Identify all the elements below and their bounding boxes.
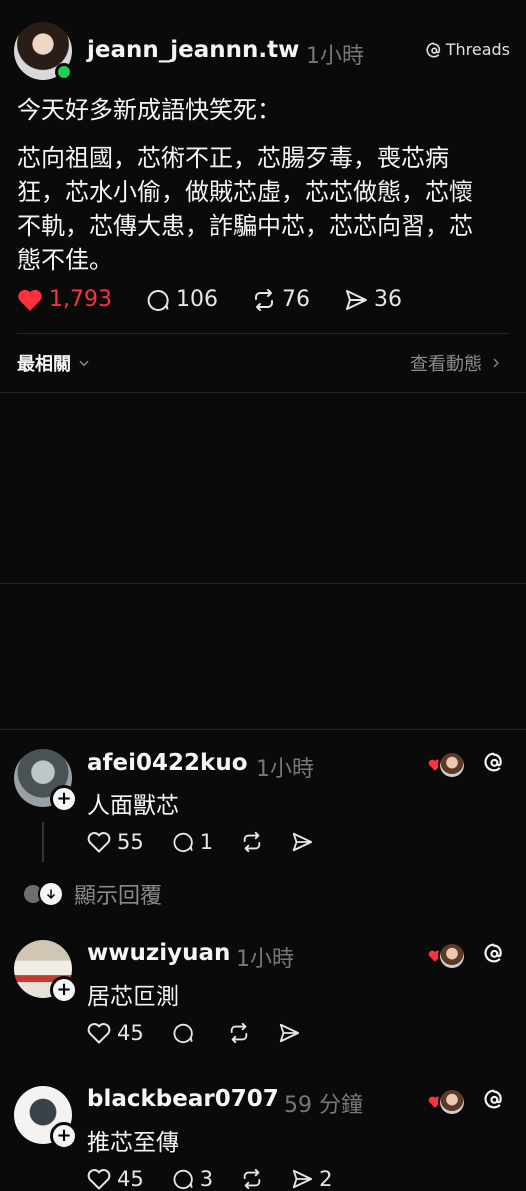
view-activity-label: 查看動態 xyxy=(410,354,482,375)
divider xyxy=(0,392,526,393)
author-liked-indicator xyxy=(428,942,466,970)
divider xyxy=(17,333,509,334)
sort-label: 最相關 xyxy=(17,354,71,375)
online-status-dot xyxy=(55,63,73,81)
share-button[interactable]: 2 xyxy=(291,1167,332,1191)
repost-icon xyxy=(230,1022,247,1044)
share-count: 2 xyxy=(319,1167,333,1191)
reply-actions: 45 3 2 xyxy=(87,1167,360,1191)
author-mini-avatar xyxy=(438,751,466,779)
share-count: 36 xyxy=(373,287,402,312)
heart-icon xyxy=(87,832,111,853)
like-button[interactable]: 45 xyxy=(87,1167,144,1191)
post-body-text: 芯向祖國，芯術不正，芯腸歹毒，喪芯病 狂，芯水小偷，做賊芯虛，芯芯做態，芯懷 不… xyxy=(17,144,473,274)
send-icon xyxy=(292,1169,313,1189)
author-mini-avatar xyxy=(438,1088,466,1116)
sort-dropdown[interactable]: 最相關 xyxy=(17,350,91,376)
follow-plus-button[interactable]: + xyxy=(50,785,78,813)
main-post: jeann_jeannn.tw 1小時 Threads 今天好多新成語快笑死： … xyxy=(0,0,526,334)
heart-icon xyxy=(87,1169,111,1190)
send-icon xyxy=(292,832,313,852)
reply-username[interactable]: wwuziyuan xyxy=(87,940,230,966)
repost-count: 76 xyxy=(281,287,310,312)
repost-button[interactable]: 76 xyxy=(252,287,310,312)
post-actions: 1,793 106 76 36 xyxy=(17,287,436,312)
reply-text: 居芯叵測 xyxy=(87,984,179,1010)
reply-text: 推芯至傳 xyxy=(87,1130,179,1156)
reply-preview-avatars xyxy=(22,881,64,907)
reply-actions: 55 1 xyxy=(87,830,341,854)
reply-text: 人面獸芯 xyxy=(87,793,179,819)
author-username[interactable]: jeann_jeannn.tw xyxy=(87,37,299,63)
comment-button[interactable] xyxy=(172,1022,200,1044)
follow-plus-button[interactable]: + xyxy=(50,1122,78,1150)
author-mini-avatar xyxy=(438,942,466,970)
comment-count: 1 xyxy=(199,830,214,854)
threads-logo-icon[interactable] xyxy=(484,1089,504,1109)
threads-label: Threads xyxy=(445,40,510,59)
post-intro-text: 今天好多新成語快笑死： xyxy=(17,96,281,124)
show-replies-link[interactable]: 顯示回覆 xyxy=(22,878,162,910)
comment-button[interactable]: 1 xyxy=(172,830,213,854)
author-liked-indicator xyxy=(428,751,466,779)
reply-username[interactable]: afei0422kuo xyxy=(87,750,248,776)
thread-connector-line xyxy=(42,822,44,862)
post-time: 1小時 xyxy=(306,44,364,69)
view-activity-link[interactable]: 查看動態 xyxy=(410,350,502,376)
like-count: 45 xyxy=(117,1021,144,1045)
follow-plus-button[interactable]: + xyxy=(50,976,78,1004)
threads-logo-icon[interactable] xyxy=(484,943,504,963)
like-button[interactable]: 45 xyxy=(87,1021,144,1045)
divider xyxy=(0,729,526,730)
like-button[interactable]: 1,793 xyxy=(17,287,112,312)
repost-button[interactable] xyxy=(228,1022,250,1044)
show-replies-label: 顯示回覆 xyxy=(74,884,163,909)
comment-icon xyxy=(147,289,169,311)
comment-button[interactable]: 3 xyxy=(172,1167,213,1191)
repost-button[interactable] xyxy=(241,1168,263,1190)
share-button[interactable] xyxy=(291,831,313,853)
send-icon xyxy=(279,1023,299,1043)
comment-icon xyxy=(173,1023,193,1044)
threads-logo-icon xyxy=(426,42,440,57)
like-count: 45 xyxy=(117,1167,144,1191)
repost-icon xyxy=(243,1168,261,1190)
reply-username[interactable]: blackbear0707 xyxy=(87,1086,279,1112)
comment-icon xyxy=(173,1169,193,1190)
reply-time: 1小時 xyxy=(256,757,314,782)
chevron-right-icon xyxy=(493,358,499,368)
heart-filled-icon xyxy=(18,289,42,311)
send-icon xyxy=(345,289,367,310)
heart-icon xyxy=(87,1023,111,1044)
reply-time: 1小時 xyxy=(236,947,294,972)
reply-time: 59 分鐘 xyxy=(284,1093,363,1118)
comment-icon xyxy=(173,832,193,853)
author-liked-indicator xyxy=(428,1088,466,1116)
like-count: 55 xyxy=(117,830,144,854)
share-button[interactable]: 36 xyxy=(344,287,402,312)
like-count: 1,793 xyxy=(49,287,112,312)
comment-button[interactable]: 106 xyxy=(146,287,218,312)
threads-source-link[interactable]: Threads xyxy=(426,40,510,59)
comment-count: 3 xyxy=(199,1167,214,1191)
comment-count: 106 xyxy=(175,287,218,312)
reply-actions: 45 xyxy=(87,1021,328,1045)
repost-button[interactable] xyxy=(241,831,263,853)
arrow-down-icon xyxy=(38,881,64,907)
share-button[interactable] xyxy=(278,1022,300,1044)
threads-logo-icon[interactable] xyxy=(484,752,504,772)
chevron-down-icon xyxy=(79,360,89,367)
divider xyxy=(0,583,526,584)
repost-icon xyxy=(254,288,273,311)
like-button[interactable]: 55 xyxy=(87,830,144,854)
repost-icon xyxy=(243,831,261,853)
